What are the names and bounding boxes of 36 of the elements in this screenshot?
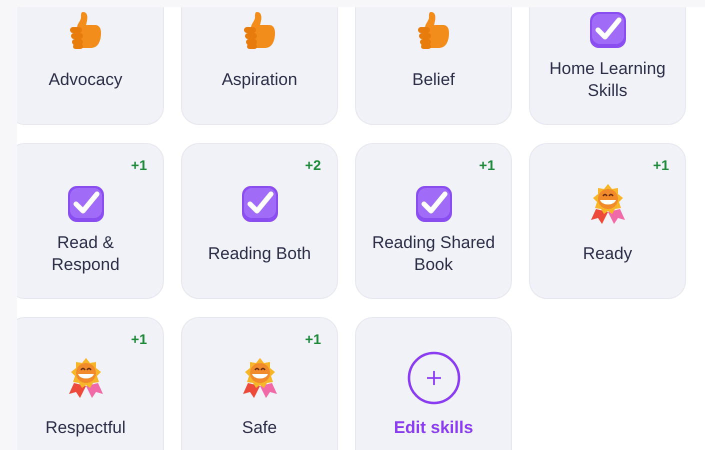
skill-card[interactable]: Advocacy — [17, 7, 164, 125]
skill-name: Belief — [412, 69, 455, 91]
points-label: +1 — [131, 331, 147, 347]
thumbs-up-icon — [68, 10, 102, 50]
points-label: +1 — [131, 157, 147, 173]
skill-name: Home Learning Skills — [548, 58, 667, 102]
points-label: +2 — [305, 157, 321, 173]
skill-card[interactable]: +1 Reading Shared Book — [355, 143, 512, 299]
skill-card[interactable]: Home Learning Skills — [529, 7, 686, 125]
points-label: +1 — [479, 157, 495, 173]
skill-card[interactable]: Aspiration — [181, 7, 338, 125]
edit-skills-label: Edit skills — [394, 417, 474, 439]
add-icon — [406, 351, 460, 405]
thumbs-up-icon — [242, 10, 276, 50]
skill-card[interactable]: +1 Ready — [529, 143, 686, 299]
checkbox-icon — [588, 11, 626, 49]
skill-card[interactable]: Belief — [355, 7, 512, 125]
skill-name: Ready — [582, 243, 632, 265]
skill-card[interactable]: +2 Reading Both — [181, 143, 338, 299]
skill-name: Safe — [242, 417, 277, 439]
skill-name: Read & Respond — [50, 232, 121, 276]
checkbox-icon — [240, 185, 278, 223]
checkbox-icon — [66, 185, 104, 223]
skill-card[interactable]: +1 Read & Respond — [17, 143, 164, 299]
skill-card[interactable]: +1 Safe — [181, 317, 338, 450]
points-label: +1 — [305, 331, 321, 347]
skill-name: Reading Both — [208, 243, 312, 265]
points-label: +1 — [653, 157, 669, 173]
skill-name: Advocacy — [48, 69, 122, 91]
thumbs-up-icon — [416, 10, 450, 50]
skill-name: Aspiration — [222, 69, 298, 91]
skill-name: Respectful — [45, 417, 126, 439]
skill-name: Reading Shared Book — [372, 232, 496, 276]
skill-card[interactable]: +1 Respectful — [17, 317, 164, 450]
checkbox-icon — [414, 185, 452, 223]
edit-skills-card[interactable]: Edit skills — [355, 317, 512, 450]
